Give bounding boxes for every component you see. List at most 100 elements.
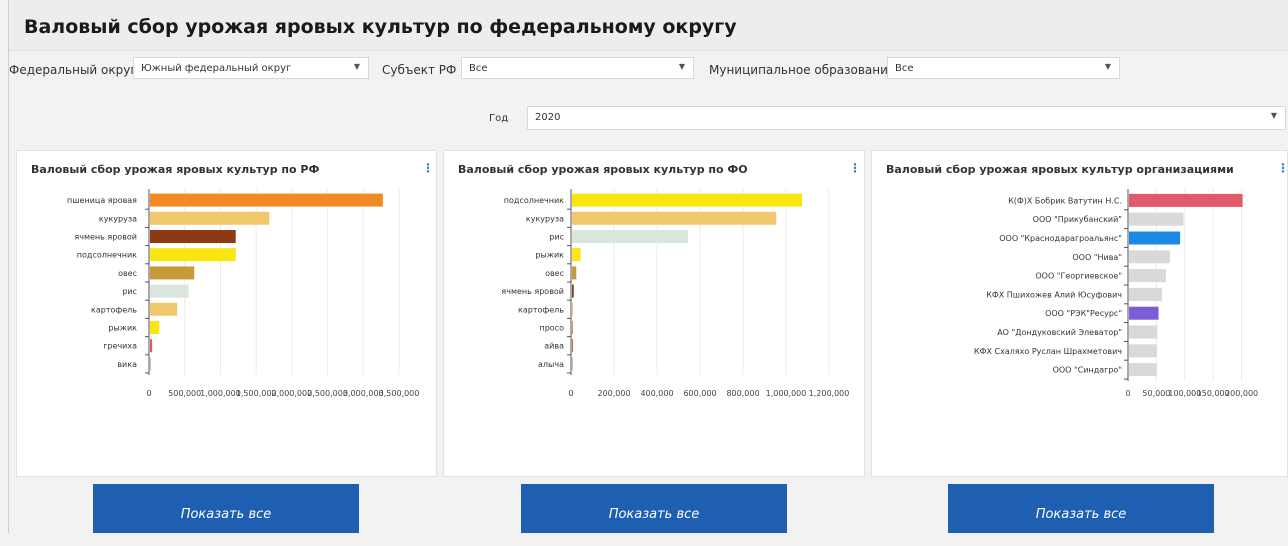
category-label: ячмень яровой [501,287,564,296]
chevron-down-icon: ▼ [678,62,685,71]
bar[interactable] [1129,250,1170,264]
subject-select-value: Все [469,63,488,74]
category-label: ООО "Краснодарагроальянс" [999,234,1122,243]
x-tick-label: 600,000 [683,389,716,398]
year-select[interactable]: 2020 ▼ [527,106,1286,130]
x-tick-label: 1,500,000 [236,389,277,398]
bar[interactable] [572,230,689,243]
chevron-down-icon: ▼ [1270,111,1277,120]
category-label: ООО "Георгиевское" [1035,272,1122,281]
okrug-label: Федеральный округ [9,63,137,77]
category-label: К(Ф)Х Бобрик Ватутин Н.С. [1008,196,1122,205]
bar[interactable] [1129,212,1184,226]
category-label: гречиха [103,342,137,351]
category-label: пшеница яровая [67,196,137,205]
okrug-select[interactable]: Южный федеральный округ ▼ [133,57,369,79]
x-tick-label: 0 [568,389,573,398]
okrug-select-value: Южный федеральный округ [141,63,292,74]
category-label: алыча [538,360,564,369]
x-tick-label: 50,000 [1142,389,1170,398]
municipal-select-value: Все [895,63,914,74]
x-tick-label: 2,500,000 [307,389,348,398]
category-label: ООО "Синдагро" [1053,366,1122,375]
category-label: рис [549,233,564,242]
bar[interactable] [572,321,573,334]
bar[interactable] [150,266,195,280]
category-label: ячмень яровой [74,233,137,242]
chart-rf: пшеница яровая кукуруза ячмень яровой подсо… [67,189,420,398]
bar[interactable] [572,248,581,262]
category-label: АО "Дондуковский Элеватор" [997,328,1122,337]
chevron-down-icon: ▼ [1104,62,1111,71]
x-tick-label: 3,500,000 [379,389,420,398]
bar[interactable] [1129,269,1166,283]
panel-orgs: Валовый сбор урожая яровых культур орган… [871,150,1288,477]
bar[interactable] [572,266,577,280]
bar[interactable] [572,284,574,298]
bar[interactable] [150,248,236,262]
header: Валовый сбор урожая яровых культур по фе… [9,0,1288,51]
bar[interactable] [1129,344,1157,358]
x-tick-label: 400,000 [640,389,673,398]
bar[interactable] [1129,193,1243,207]
bar[interactable] [150,193,383,207]
category-label: айва [544,342,564,351]
category-label: кукуруза [526,214,564,223]
category-label: ООО "РЭК"Ресурс" [1045,309,1122,318]
category-label: ООО "Нива" [1072,253,1122,262]
category-label: овес [545,269,564,278]
bar[interactable] [572,357,573,371]
category-label: овес [118,269,137,278]
x-tick-label: 200,000 [1225,389,1258,398]
left-border [8,0,9,533]
chevron-down-icon: ▼ [353,62,360,71]
category-label: картофель [518,305,564,314]
bar[interactable] [150,302,178,316]
bar[interactable] [572,193,803,207]
category-label: рис [122,287,137,296]
bar[interactable] [572,339,573,353]
x-tick-label: 200,000 [597,389,630,398]
show-all-button[interactable]: Показать все [93,484,359,533]
chart-orgs: К(Ф)Х Бобрик Ватутин Н.С. ООО "Прикубанск… [974,189,1258,398]
show-all-button[interactable]: Показать все [948,484,1214,533]
category-label: КФХ Пшихожев Алий Юсуфович [986,290,1122,299]
x-tick-label: 3,000,000 [343,389,384,398]
x-tick-label: 800,000 [726,389,759,398]
category-label: кукуруза [99,214,137,223]
bar[interactable] [150,357,151,371]
page-title: Валовый сбор урожая яровых культур по фе… [24,16,737,38]
bar[interactable] [572,302,573,316]
bar[interactable] [1129,287,1162,301]
x-tick-label: 500,000 [168,389,201,398]
bar[interactable] [1129,363,1157,377]
show-all-button[interactable]: Показать все [521,484,787,533]
bar[interactable] [150,211,270,225]
category-label: рыжик [535,251,564,260]
bar[interactable] [150,230,236,243]
x-tick-label: 1,000,000 [766,389,807,398]
panel-fo: Валовый сбор урожая яровых культур по ФО… [443,150,865,477]
x-tick-label: 1,000,000 [200,389,241,398]
subject-select[interactable]: Все ▼ [461,57,694,79]
bar[interactable] [150,321,160,334]
municipal-label: Муниципальное образование [709,63,896,77]
x-tick-label: 2,000,000 [271,389,312,398]
bar[interactable] [1129,231,1181,245]
chart-fo: подсолнечник кукуруза рис рыжик овес ячмень я… [501,189,850,398]
bar[interactable] [1129,306,1159,320]
x-tick-label: 1,200,000 [809,389,850,398]
bar[interactable] [150,339,153,353]
x-tick-label: 0 [146,389,151,398]
subject-label: Субъект РФ [382,63,457,77]
bar[interactable] [572,211,777,225]
panel-rf: Валовый сбор урожая яровых культур по РФ… [16,150,437,477]
category-label: вика [117,360,137,369]
bar[interactable] [150,284,189,298]
bar[interactable] [1129,325,1158,339]
category-label: просо [540,324,565,333]
category-label: рыжик [108,324,137,333]
municipal-select[interactable]: Все ▼ [887,57,1120,79]
category-label: КФХ Схаляхо Руслан Шрахметович [974,347,1122,356]
category-label: картофель [91,305,137,314]
